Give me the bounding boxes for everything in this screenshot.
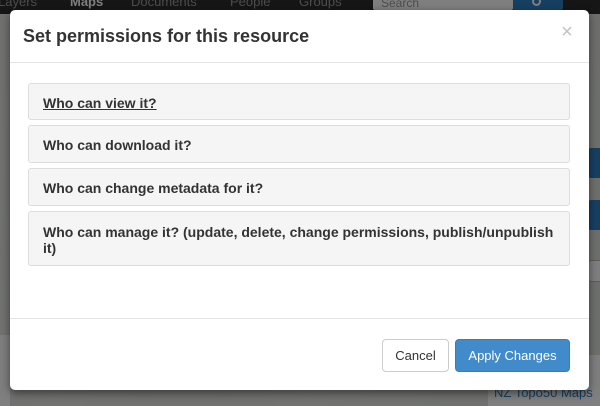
apply-changes-button[interactable]: Apply Changes — [455, 339, 570, 372]
modal-footer: Cancel Apply Changes — [10, 318, 589, 390]
panel-change-metadata-permission[interactable]: Who can change metadata for it? — [28, 168, 570, 206]
close-icon[interactable]: × — [559, 22, 575, 42]
modal-body: Who can view it? Who can download it? Wh… — [10, 63, 589, 318]
panel-label[interactable]: Who can download it? — [43, 137, 555, 153]
permissions-modal: Set permissions for this resource × Who … — [10, 10, 589, 390]
panel-label[interactable]: Who can view it? — [43, 95, 555, 111]
panel-manage-permission[interactable]: Who can manage it? (update, delete, chan… — [28, 211, 570, 266]
panel-label[interactable]: Who can change metadata for it? — [43, 180, 555, 196]
panel-label[interactable]: Who can manage it? (update, delete, chan… — [43, 224, 555, 256]
cancel-button[interactable]: Cancel — [382, 339, 449, 372]
panel-download-permission[interactable]: Who can download it? — [28, 125, 570, 163]
modal-title: Set permissions for this resource — [23, 26, 310, 46]
panel-view-permission[interactable]: Who can view it? — [28, 83, 570, 120]
modal-header: Set permissions for this resource × — [10, 10, 589, 63]
